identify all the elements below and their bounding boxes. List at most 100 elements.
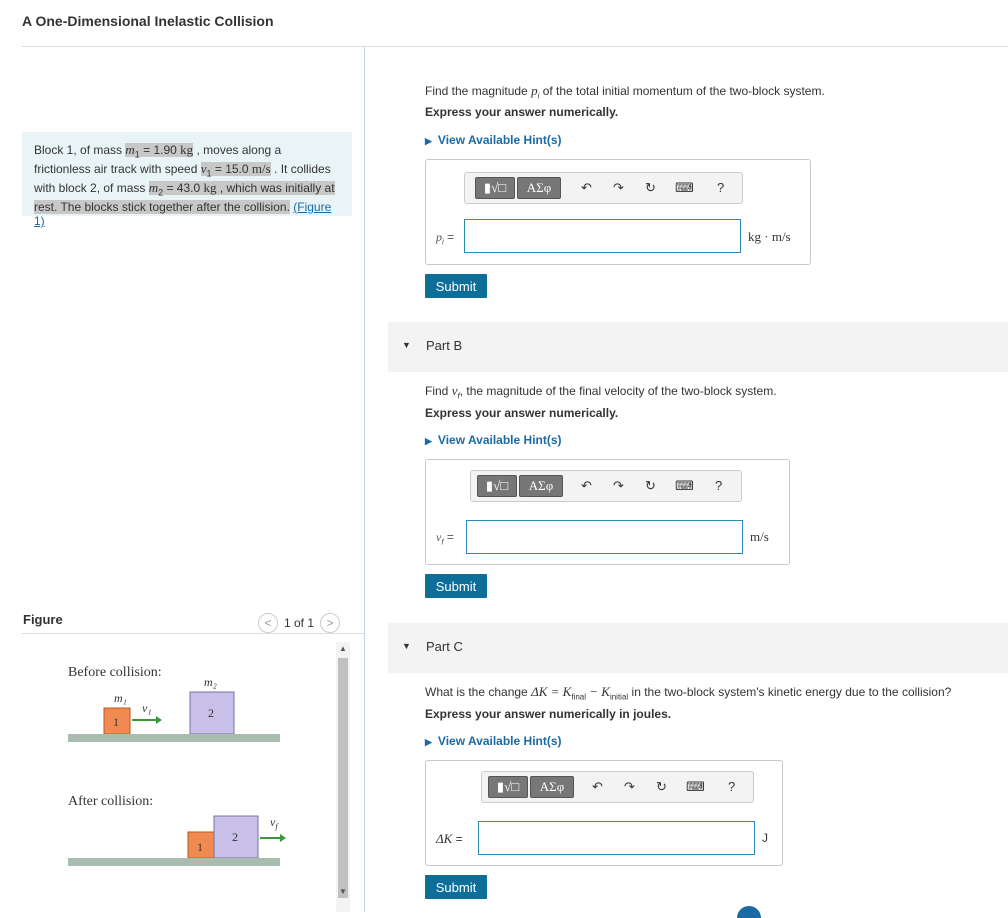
block1-number: 1 (113, 715, 119, 729)
partC-question: What is the change ΔK = Kfinal − Kinitia… (425, 684, 951, 701)
partA-hint-link[interactable]: ▶ View Available Hint(s) (425, 133, 562, 147)
partB-answer-input[interactable] (466, 520, 743, 554)
redo-icon[interactable]: ↷ (613, 180, 624, 196)
mass1-expression: m1 = 1.90 kg (125, 142, 194, 159)
partC-q-sub2: initial (609, 692, 629, 702)
partA-input-label: pi = (436, 230, 454, 246)
partC-input-label: ΔK = (436, 831, 463, 847)
keyboard-icon[interactable]: ⌨ (675, 180, 694, 196)
problem-statement: Block 1, of mass m1 = 1.90 kg , moves al… (22, 132, 352, 228)
redo-icon[interactable]: ↷ (613, 478, 624, 494)
triangle-right-icon: ▶ (425, 136, 432, 146)
after-label: After collision: (68, 794, 153, 809)
pager-count: 1 of 1 (284, 616, 315, 630)
partB-submit-button[interactable]: Submit (425, 574, 487, 598)
templates-button[interactable]: ▮√□ (488, 776, 528, 798)
partC-label-eq: = (452, 832, 463, 846)
symbols-button[interactable]: ΑΣφ (530, 776, 574, 798)
m1-unit: kg (180, 142, 194, 157)
partC-submit-button[interactable]: Submit (425, 875, 487, 899)
redo-icon[interactable]: ↷ (624, 779, 635, 795)
symbols-button[interactable]: ΑΣφ (519, 475, 563, 497)
reset-icon[interactable]: ↻ (645, 478, 656, 494)
help-icon[interactable]: ? (715, 478, 722, 493)
partC-answer-box: ▮√□ ΑΣφ ↶ ↷ ↻ ⌨ ? ΔK = J (425, 760, 783, 866)
partC-q-minus: − K (586, 684, 610, 699)
partA-express: Express your answer numerically. (425, 105, 619, 119)
undo-icon[interactable]: ↶ (592, 779, 603, 795)
figure-pager: < 1 of 1 > (258, 613, 341, 633)
partC-header[interactable]: ▼ Part C (388, 623, 1008, 673)
m1-value: = 1.90 (139, 143, 181, 157)
chevron-right-icon: > (326, 616, 334, 630)
figure-label: Figure (23, 612, 63, 627)
next-figure-button[interactable]: > (320, 613, 341, 633)
speed1-expression: v1 = 15.0 m/s (200, 160, 271, 178)
scroll-up-icon[interactable]: ▲ (339, 644, 347, 653)
figure-scrollbar[interactable]: ▲ ▼ (336, 642, 350, 912)
partA-unit: kg · m/s (748, 229, 791, 244)
symbols-button[interactable]: ΑΣφ (517, 177, 561, 199)
partA-answer-input[interactable] (464, 219, 741, 253)
triangle-right-icon: ▶ (425, 436, 432, 446)
page-title: A One-Dimensional Inelastic Collision (22, 13, 274, 29)
caret-down-icon: ▼ (402, 641, 411, 651)
help-icon[interactable]: ? (717, 180, 724, 195)
partC-q-post: in the two-block system's kinetic energy… (628, 685, 952, 699)
partC-toolbar: ▮√□ ΑΣφ ↶ ↷ ↻ ⌨ ? (481, 771, 754, 803)
prev-figure-button[interactable]: < (258, 613, 278, 633)
undo-icon[interactable]: ↶ (581, 180, 592, 196)
templates-button[interactable]: ▮√□ (475, 177, 515, 199)
partB-q-pre: Find (425, 384, 452, 398)
partB-hint-link[interactable]: ▶ View Available Hint(s) (425, 433, 562, 447)
partB-hint-label: View Available Hint(s) (437, 433, 562, 447)
keyboard-icon[interactable]: ⌨ (686, 779, 705, 795)
problem-text-1: Block 1, of mass (34, 143, 126, 157)
block2-number: 2 (208, 706, 214, 720)
vf-fig-sub: f (275, 822, 279, 831)
scroll-down-icon[interactable]: ▼ (339, 887, 347, 896)
track-after (68, 858, 280, 866)
partC-express: Express your answer numerically in joule… (425, 707, 672, 721)
partA-toolbar: ▮√□ ΑΣφ ↶ ↷ ↻ ⌨ ? (464, 172, 743, 204)
vf-arrowhead-icon (280, 834, 286, 842)
partB-toolbar: ▮√□ ΑΣφ ↶ ↷ ↻ ⌨ ? (470, 470, 742, 502)
partB-q-post: , the magnitude of the final velocity of… (459, 384, 777, 398)
m2-value: = 43.0 (163, 180, 204, 195)
header-divider (22, 46, 1008, 47)
v1-unit: m/s (251, 160, 271, 176)
m2-fig-label: m₂ (204, 675, 217, 689)
partB-header[interactable]: ▼ Part B (388, 322, 1008, 372)
partA-answer-box: ▮√□ ΑΣφ ↶ ↷ ↻ ⌨ ? pi = kg · m/s (425, 159, 811, 265)
v1-fig-label: v₁ (142, 701, 152, 715)
reset-icon[interactable]: ↻ (656, 779, 667, 795)
templates-button[interactable]: ▮√□ (477, 475, 517, 497)
caret-down-icon: ▼ (402, 340, 411, 350)
partA-label-eq: = (443, 230, 455, 244)
scrollbar-thumb[interactable] (338, 658, 348, 898)
partC-q-eq: ΔK = K (531, 684, 572, 699)
partB-answer-box: ▮√□ ΑΣφ ↶ ↷ ↻ ⌨ ? vf = m/s (425, 459, 790, 565)
collision-figure: Before collision: m₁ m₂ v₁ 1 2 After col… (68, 665, 286, 866)
help-icon[interactable]: ? (728, 779, 735, 794)
partC-answer-input[interactable] (478, 821, 755, 855)
keyboard-icon[interactable]: ⌨ (675, 478, 694, 494)
m2-unit: kg (203, 179, 217, 195)
reset-icon[interactable]: ↻ (645, 180, 656, 196)
floating-action-button[interactable] (737, 906, 761, 918)
partA-hint-label: View Available Hint(s) (437, 133, 562, 147)
figure-divider (22, 633, 364, 634)
partA-submit-button[interactable]: Submit (425, 274, 487, 298)
partC-unit: J (762, 831, 768, 845)
m1-symbol: m (125, 142, 135, 157)
undo-icon[interactable]: ↶ (581, 478, 592, 494)
mass2-expression: m2 = 43.0 kg (148, 179, 217, 197)
partC-label-sym: ΔK (436, 831, 453, 846)
before-label: Before collision: (68, 665, 162, 680)
partC-hint-link[interactable]: ▶ View Available Hint(s) (425, 734, 562, 748)
m2-symbol: m (148, 179, 159, 195)
track-before (68, 734, 280, 742)
chevron-left-icon: < (264, 616, 272, 630)
partB-unit: m/s (750, 529, 769, 544)
triangle-right-icon: ▶ (425, 737, 432, 747)
